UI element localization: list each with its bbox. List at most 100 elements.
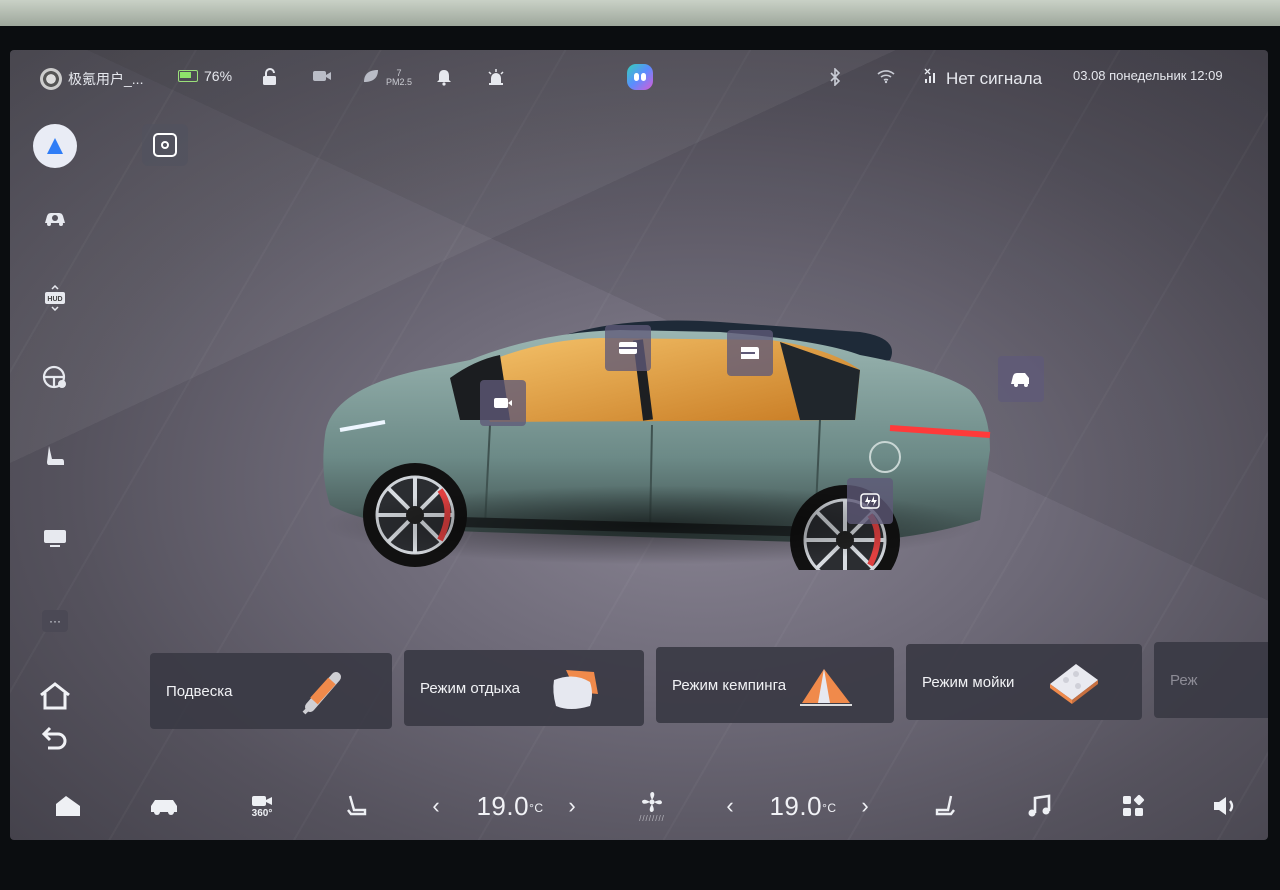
scan-button[interactable]	[142, 124, 188, 166]
dock-fan[interactable]: ////////	[634, 788, 670, 824]
pm-label: PM2.5	[386, 76, 413, 87]
mode-card-label: Подвеска	[166, 682, 233, 700]
dock-home[interactable]	[50, 788, 86, 824]
hotspot-sunshade[interactable]	[727, 330, 773, 376]
svg-text:HUD: HUD	[47, 296, 62, 303]
sidebar-item-camera[interactable]	[30, 200, 80, 236]
bottom-dock: 360° ‹ 19.0 °C › //////// ‹ 19.0 °C ›	[10, 770, 1268, 840]
dashcam-icon[interactable]	[312, 68, 332, 84]
mode-card-label: Реж	[1170, 671, 1198, 689]
more-icon: ···	[42, 610, 68, 632]
car-icon	[151, 800, 177, 815]
right-temp-value: 19.0	[769, 790, 823, 821]
sidebar-item-more[interactable]: ···	[30, 603, 80, 639]
mode-card-label: Режим кемпинга	[672, 676, 787, 694]
no-signal-icon	[924, 68, 940, 89]
camera-car-icon	[45, 213, 65, 226]
mode-card-partial[interactable]: Реж	[1154, 642, 1268, 718]
hotspot-charge-port[interactable]	[847, 478, 893, 524]
dock-passenger-seat[interactable]	[928, 788, 962, 824]
home-shape-icon	[56, 796, 80, 816]
pillow-icon	[553, 670, 598, 709]
left-temp-down-chevron-icon[interactable]: ‹	[424, 788, 448, 824]
sidebar-item-display[interactable]	[30, 520, 80, 556]
voice-assistant-icon[interactable]	[627, 64, 653, 90]
mode-card-label: Режим мойки	[922, 673, 1015, 691]
battery-icon	[178, 70, 198, 82]
suspension-icon	[302, 672, 341, 715]
left-temp-value: 19.0	[476, 790, 530, 821]
right-temperature[interactable]: 19.0 °C	[758, 788, 848, 824]
mode-card-camping[interactable]: Режим кемпинга	[656, 647, 894, 723]
signal-text: Нет сигнала	[946, 68, 1043, 88]
apps-grid-icon	[1123, 794, 1145, 816]
hotspot-mirror[interactable]	[480, 380, 526, 426]
air-quality: 7 PM2.5	[362, 68, 412, 87]
mode-card-rest[interactable]: Режим отдыха	[404, 650, 644, 726]
avatar	[40, 68, 62, 90]
trunk-icon	[1011, 373, 1029, 387]
passenger-seat-icon	[935, 795, 955, 816]
screen: 极氪用户_... 76% 7 PM2.5 Нет сигнала 03.08 п…	[10, 50, 1268, 840]
sidebar-item-steering[interactable]	[30, 360, 80, 396]
dock-seat[interactable]	[340, 788, 374, 824]
dock-volume[interactable]	[1208, 788, 1242, 824]
left-temp-unit: °C	[529, 801, 544, 815]
mode-card-suspension[interactable]: Подвеска	[150, 653, 392, 729]
back-icon	[41, 726, 67, 750]
seat-outline-icon	[347, 795, 367, 816]
display-icon	[44, 530, 66, 547]
sidebar-item-navigation[interactable]	[30, 120, 80, 172]
sidebar-item-seat[interactable]	[30, 438, 80, 474]
right-temp-up-chevron-icon[interactable]: ›	[853, 788, 877, 824]
mode-card-wash[interactable]: Режим мойки	[906, 644, 1142, 720]
datetime: 03.08 понедельник 12:09	[1073, 68, 1223, 83]
device-bezel	[0, 0, 1280, 26]
home-icon	[40, 682, 70, 710]
charge-icon	[860, 493, 880, 509]
music-icon	[1028, 794, 1051, 817]
user-profile[interactable]: 极氪用户_...	[40, 68, 143, 90]
sunroof-icon	[619, 342, 637, 354]
battery-percent: 76%	[204, 68, 233, 84]
sidebar-item-home[interactable]	[30, 678, 80, 714]
hud-icon: HUD	[45, 285, 65, 311]
sunshade-icon	[741, 347, 759, 359]
fan-level-bar: ////////	[639, 813, 665, 823]
mode-card-label: Режим отдыха	[420, 679, 521, 697]
right-temp-unit: °C	[822, 801, 837, 815]
bell-icon[interactable]	[435, 68, 453, 86]
unlock-icon[interactable]	[260, 68, 280, 86]
camera-360-label: 360°	[251, 807, 273, 819]
right-temp-down-chevron-icon[interactable]: ‹	[718, 788, 742, 824]
mirror-icon	[494, 398, 512, 408]
dock-360-camera[interactable]: 360°	[242, 788, 282, 824]
hotspot-trunk[interactable]	[998, 356, 1044, 402]
sponge-icon	[1050, 664, 1098, 704]
tent-icon	[800, 669, 852, 706]
battery-status: 76%	[178, 68, 232, 84]
camera-360-icon	[252, 795, 272, 806]
user-name: 极氪用户_...	[68, 71, 144, 87]
left-temp-up-chevron-icon[interactable]: ›	[560, 788, 584, 824]
dock-apps[interactable]	[1116, 788, 1150, 824]
volume-icon	[1214, 797, 1234, 815]
cellular-status: Нет сигнала	[924, 68, 1042, 89]
wifi-icon[interactable]	[876, 68, 896, 84]
status-bar: 极氪用户_... 76% 7 PM2.5 Нет сигнала 03.08 п…	[10, 50, 1268, 102]
sidebar-item-back[interactable]	[30, 720, 80, 756]
steering-wheel-icon	[42, 365, 66, 389]
bluetooth-icon[interactable]	[828, 68, 842, 86]
dock-music[interactable]	[1022, 788, 1056, 824]
fan-icon	[642, 791, 662, 812]
sidebar-item-hud[interactable]: HUD	[30, 280, 80, 316]
leaf-icon	[362, 68, 380, 87]
hotspot-sunroof[interactable]	[605, 325, 651, 371]
scan-icon	[153, 133, 177, 157]
left-temperature[interactable]: 19.0 °C	[465, 788, 555, 824]
alarm-light-icon[interactable]	[486, 68, 506, 86]
seat-icon	[47, 446, 64, 465]
dock-car[interactable]	[146, 788, 182, 824]
navigation-icon	[33, 124, 77, 168]
car-3d-view[interactable]	[300, 260, 1044, 595]
